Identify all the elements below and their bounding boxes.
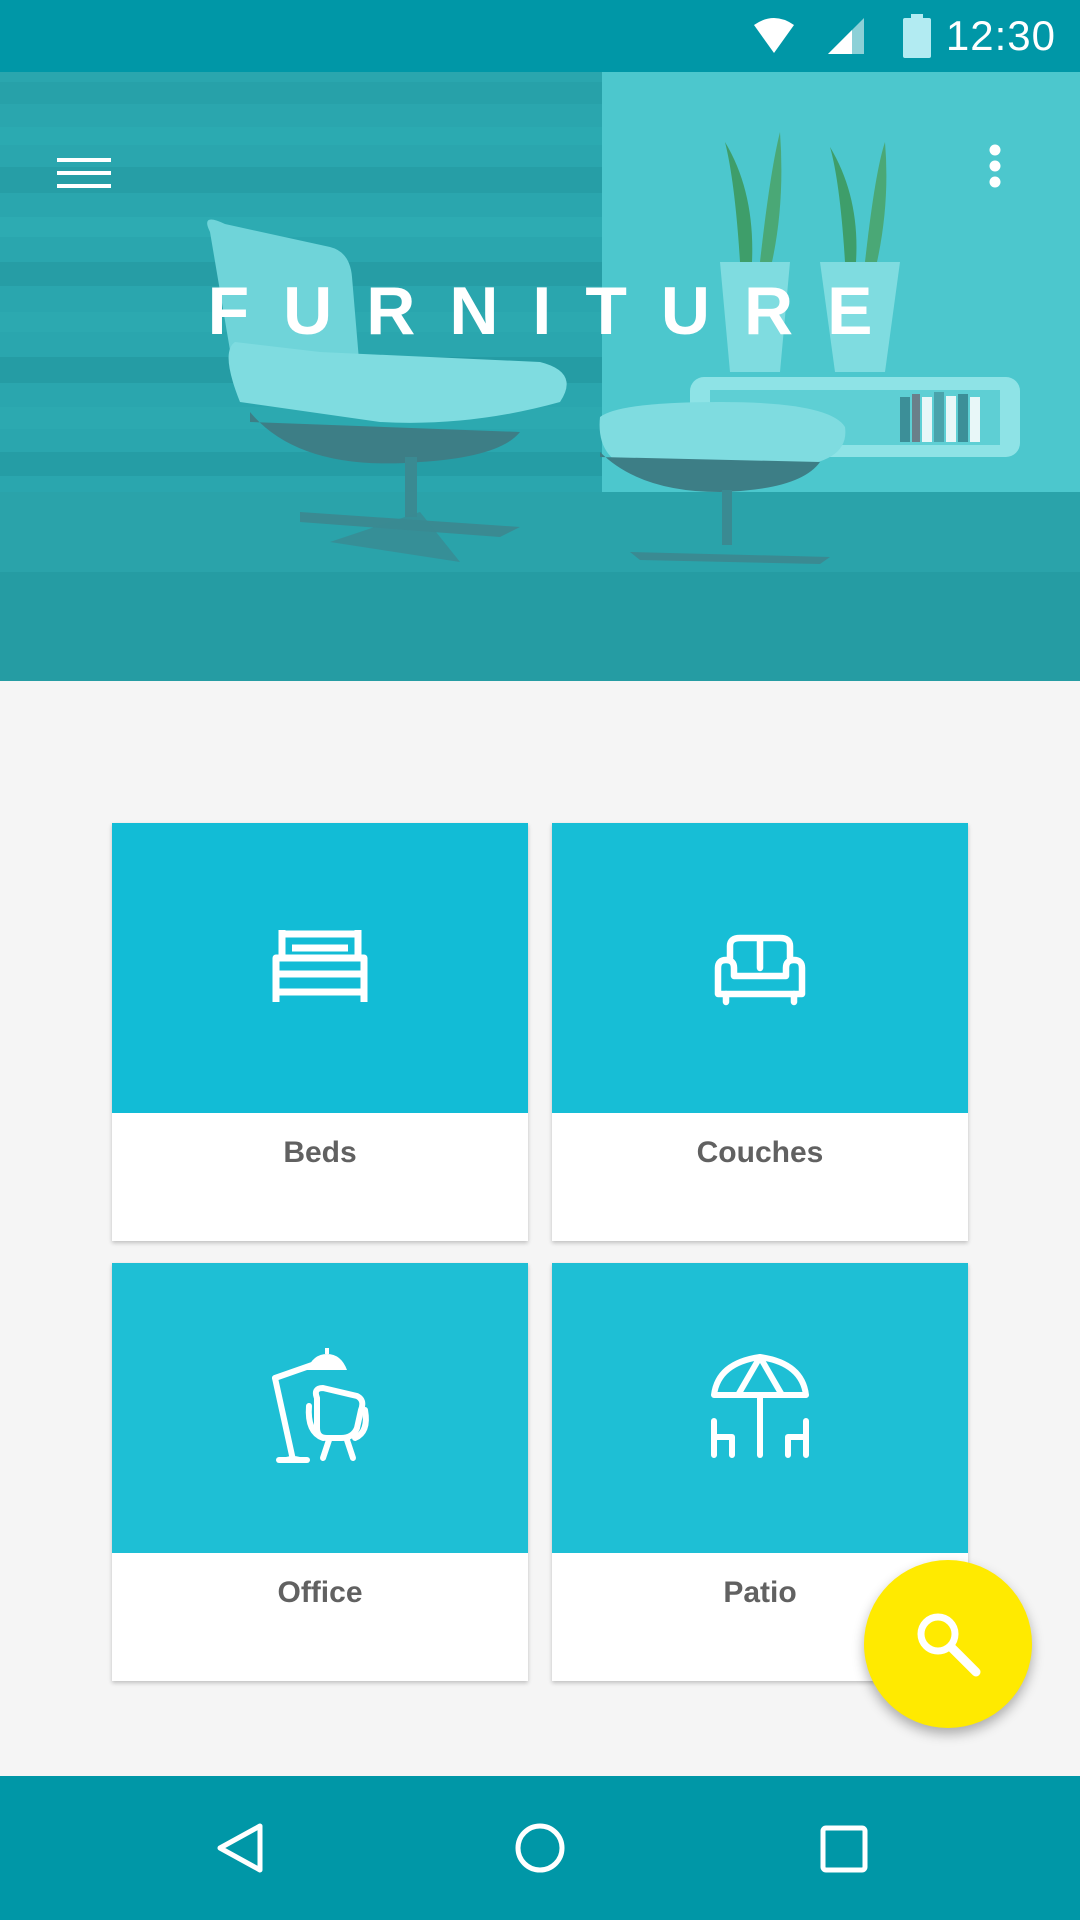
category-card-beds[interactable]: Beds bbox=[112, 823, 528, 1241]
status-bar: 12:30 bbox=[0, 0, 1080, 72]
recents-button[interactable] bbox=[793, 1798, 893, 1898]
couch-icon bbox=[714, 934, 806, 1006]
office-lamp-chair-icon bbox=[272, 1348, 369, 1463]
hero-banner: FURNITURE bbox=[0, 72, 1080, 681]
more-vert-icon[interactable] bbox=[975, 132, 1015, 212]
home-icon bbox=[515, 1823, 565, 1873]
category-tile bbox=[112, 1263, 528, 1553]
category-label: Office bbox=[277, 1576, 363, 1609]
cellular-signal-icon bbox=[828, 18, 864, 54]
menu-icon[interactable] bbox=[50, 142, 120, 202]
category-tile bbox=[552, 823, 968, 1113]
system-nav-bar bbox=[0, 1776, 1080, 1920]
category-card-couches[interactable]: Couches bbox=[552, 823, 968, 1241]
search-icon bbox=[917, 1613, 981, 1677]
category-card-office[interactable]: Office bbox=[112, 1263, 528, 1681]
home-button[interactable] bbox=[490, 1798, 590, 1898]
category-grid: Beds Couches Office Patio bbox=[112, 823, 968, 1681]
category-tile bbox=[552, 1263, 968, 1553]
search-fab[interactable] bbox=[864, 1560, 1032, 1728]
page-title: FURNITURE bbox=[207, 273, 907, 349]
back-icon bbox=[217, 1823, 263, 1873]
category-label: Beds bbox=[283, 1136, 357, 1169]
category-label: Couches bbox=[696, 1136, 824, 1169]
bed-icon bbox=[272, 930, 368, 1002]
category-tile bbox=[112, 823, 528, 1113]
back-button[interactable] bbox=[190, 1798, 290, 1898]
patio-umbrella-icon bbox=[711, 1354, 809, 1458]
clock: 12:30 bbox=[945, 12, 1056, 59]
wifi-icon bbox=[754, 18, 794, 53]
hero-furniture-photo bbox=[0, 72, 1080, 681]
recents-icon bbox=[820, 1825, 868, 1873]
battery-icon bbox=[903, 14, 931, 58]
